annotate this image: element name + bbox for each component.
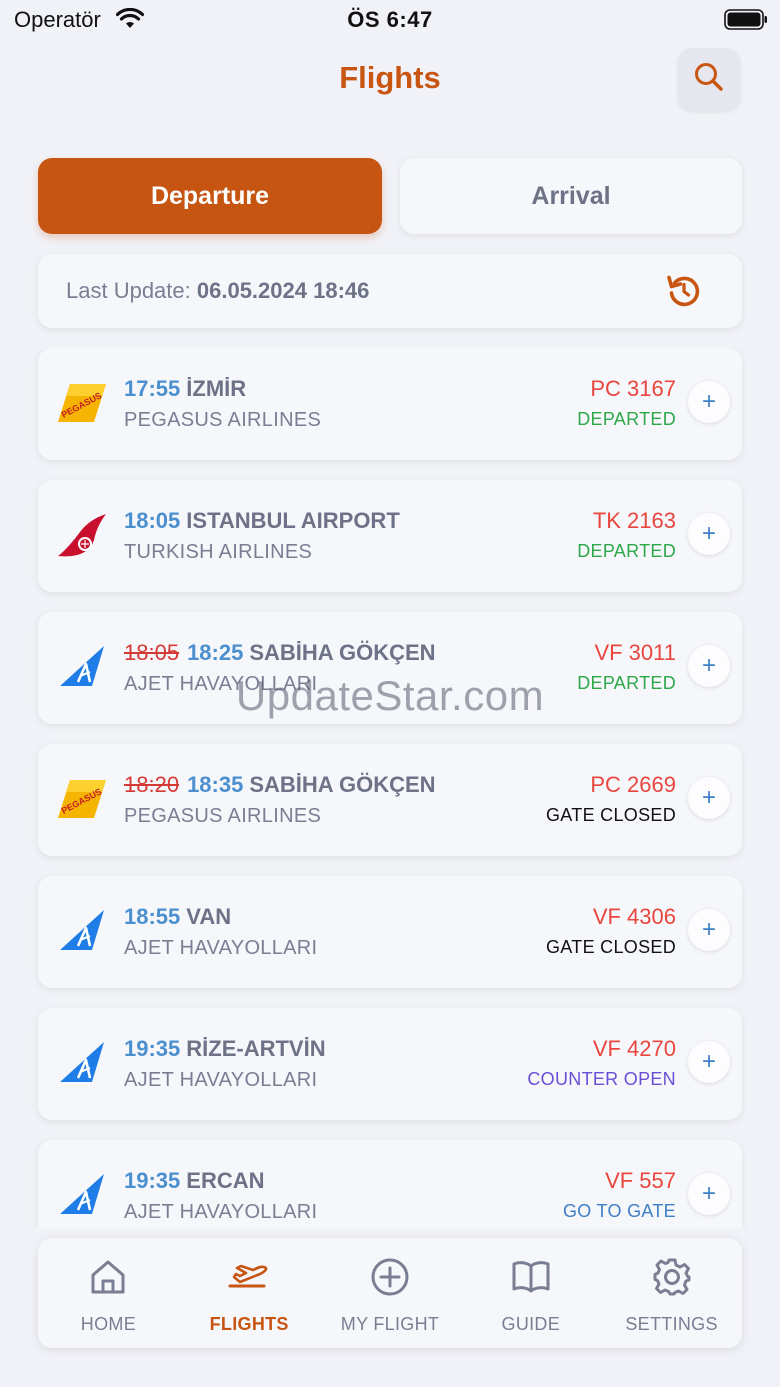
nav-home[interactable]: HOME bbox=[38, 1238, 179, 1348]
plane-icon bbox=[228, 1256, 270, 1298]
nav-guide[interactable]: GUIDE bbox=[460, 1238, 601, 1348]
flight-time-destination: 18:55 VAN bbox=[124, 904, 231, 930]
flight-time-destination: 19:35 RİZE-ARTVİN bbox=[124, 1036, 326, 1062]
flight-time-destination: 18:05 18:25 SABİHA GÖKÇEN bbox=[124, 640, 436, 666]
flight-number: TK 2163 bbox=[592, 508, 676, 533]
flight-number: PC 3167 bbox=[590, 376, 676, 401]
flight-time: 18:25 bbox=[187, 640, 244, 665]
tab-arrival[interactable]: Arrival bbox=[400, 158, 742, 234]
last-update-bar: Last Update: 06.05.2024 18:46 bbox=[38, 254, 742, 328]
add-flight-button[interactable]: + bbox=[688, 1173, 730, 1215]
flight-card[interactable]: 18:05 ISTANBUL AIRPORT TURKISH AIRLINES T… bbox=[38, 480, 742, 592]
plus-icon: + bbox=[701, 784, 716, 811]
flight-time: 17:55 bbox=[124, 376, 181, 401]
refresh-button[interactable] bbox=[664, 271, 704, 311]
ajet-logo bbox=[56, 1170, 108, 1220]
plus-icon: + bbox=[701, 388, 716, 415]
nav-flights[interactable]: FLIGHTS bbox=[179, 1238, 320, 1348]
search-button[interactable] bbox=[678, 48, 740, 110]
original-time: 18:20 bbox=[124, 772, 180, 797]
flight-destination: SABİHA GÖKÇEN bbox=[249, 772, 436, 797]
flight-number: VF 4306 bbox=[592, 904, 676, 929]
flight-time: 18:35 bbox=[187, 772, 244, 797]
flight-time: 18:55 bbox=[124, 904, 181, 929]
flight-time-destination: 19:35 ERCAN bbox=[124, 1168, 265, 1194]
add-flight-button[interactable]: + bbox=[688, 381, 730, 423]
flight-number: VF 4270 bbox=[592, 1036, 676, 1061]
page-title: Flights bbox=[339, 60, 441, 95]
flight-card[interactable]: PEGASUS 18:20 18:35 SABİHA GÖKÇEN PEGASUS … bbox=[38, 744, 742, 856]
gear-icon bbox=[651, 1256, 693, 1298]
flight-number: PC 2669 bbox=[590, 772, 676, 797]
search-icon bbox=[693, 61, 725, 98]
flight-destination: İZMİR bbox=[186, 376, 247, 401]
flight-destination: SABİHA GÖKÇEN bbox=[249, 640, 436, 665]
flight-time: 18:05 bbox=[124, 508, 181, 533]
add-circle-icon bbox=[369, 1256, 411, 1298]
flight-time: 19:35 bbox=[124, 1168, 181, 1193]
flight-card[interactable]: 19:35 RİZE-ARTVİN AJET HAVAYOLLARI VF 427… bbox=[38, 1008, 742, 1120]
flight-number: VF 557 bbox=[605, 1168, 676, 1193]
ajet-logo bbox=[56, 906, 108, 956]
pegasus-logo: PEGASUS bbox=[56, 378, 108, 428]
battery-icon bbox=[724, 9, 768, 30]
flight-list[interactable]: PEGASUS 17:55 İZMİR PEGASUS AIRLINES PC 3… bbox=[0, 348, 780, 1228]
last-update-value: 06.05.2024 18:46 bbox=[196, 278, 370, 303]
flight-card[interactable]: PEGASUS 17:55 İZMİR PEGASUS AIRLINES PC 3… bbox=[38, 348, 742, 460]
original-time: 18:05 bbox=[124, 640, 180, 665]
nav-guide-label: GUIDE bbox=[501, 1314, 561, 1334]
pegasus-logo: PEGASUS bbox=[56, 774, 108, 824]
flight-status: DEPARTED bbox=[577, 541, 676, 561]
airline-name: TURKISH AIRLINES bbox=[124, 541, 313, 563]
nav-home-label: HOME bbox=[80, 1314, 136, 1334]
flight-number: VF 3011 bbox=[594, 640, 676, 665]
last-update-text: Last Update: 06.05.2024 18:46 bbox=[66, 278, 369, 304]
plus-icon: + bbox=[701, 1180, 716, 1207]
add-flight-button[interactable]: + bbox=[688, 909, 730, 951]
tab-departure[interactable]: Departure bbox=[38, 158, 382, 234]
flight-destination: ISTANBUL AIRPORT bbox=[186, 508, 400, 533]
refresh-icon bbox=[664, 275, 704, 315]
plus-icon: + bbox=[701, 916, 716, 943]
add-flight-button[interactable]: + bbox=[688, 777, 730, 819]
airline-name: AJET HAVAYOLLARI bbox=[124, 1201, 318, 1223]
flight-status: DEPARTED bbox=[577, 409, 676, 429]
nav-flights-label: FLIGHTS bbox=[209, 1314, 289, 1334]
watermark: UpdateStar.com bbox=[235, 672, 545, 719]
nav-my-flight-label: MY FLIGHT bbox=[340, 1314, 440, 1334]
status-bar: Operatör ÖS 6:47 bbox=[0, 0, 780, 40]
last-update-label: Last Update: bbox=[66, 278, 191, 303]
add-flight-button[interactable]: + bbox=[688, 1041, 730, 1083]
plus-icon: + bbox=[701, 1048, 716, 1075]
airline-name: AJET HAVAYOLLARI bbox=[124, 937, 318, 959]
home-icon bbox=[87, 1256, 129, 1298]
book-icon bbox=[510, 1256, 552, 1298]
flight-time: 19:35 bbox=[124, 1036, 181, 1061]
turkish-airlines-logo bbox=[56, 510, 108, 560]
flight-status: COUNTER OPEN bbox=[527, 1069, 676, 1089]
nav-my-flight[interactable]: MY FLIGHT bbox=[320, 1238, 461, 1348]
bottom-nav: HOME FLIGHTS MY FLIGHT GUIDE SETTINGS bbox=[38, 1238, 742, 1348]
flight-time-destination: 17:55 İZMİR bbox=[124, 376, 246, 402]
add-flight-button[interactable]: + bbox=[688, 513, 730, 555]
flight-card[interactable]: 19:35 ERCAN AJET HAVAYOLLARI VF 557 GO TO… bbox=[38, 1140, 742, 1228]
flight-time-destination: 18:05 ISTANBUL AIRPORT bbox=[124, 508, 400, 534]
nav-settings-label: SETTINGS bbox=[625, 1314, 718, 1334]
nav-settings[interactable]: SETTINGS bbox=[601, 1238, 742, 1348]
flight-status: GATE CLOSED bbox=[546, 805, 676, 825]
flight-destination: VAN bbox=[186, 904, 232, 929]
flight-destination: ERCAN bbox=[186, 1168, 265, 1193]
ajet-logo bbox=[56, 1038, 108, 1088]
plus-icon: + bbox=[701, 520, 716, 547]
flight-destination: RİZE-ARTVİN bbox=[186, 1036, 326, 1061]
flight-status: GO TO GATE bbox=[562, 1201, 676, 1221]
flight-time-destination: 18:20 18:35 SABİHA GÖKÇEN bbox=[124, 772, 436, 798]
flight-card[interactable]: 18:55 VAN AJET HAVAYOLLARI VF 4306 GATE C… bbox=[38, 876, 742, 988]
flight-status: GATE CLOSED bbox=[546, 937, 676, 957]
airline-name: PEGASUS AIRLINES bbox=[124, 409, 322, 431]
airline-name: AJET HAVAYOLLARI bbox=[124, 1069, 318, 1091]
status-clock: ÖS 6:47 bbox=[347, 7, 433, 32]
airline-name: PEGASUS AIRLINES bbox=[124, 805, 322, 827]
